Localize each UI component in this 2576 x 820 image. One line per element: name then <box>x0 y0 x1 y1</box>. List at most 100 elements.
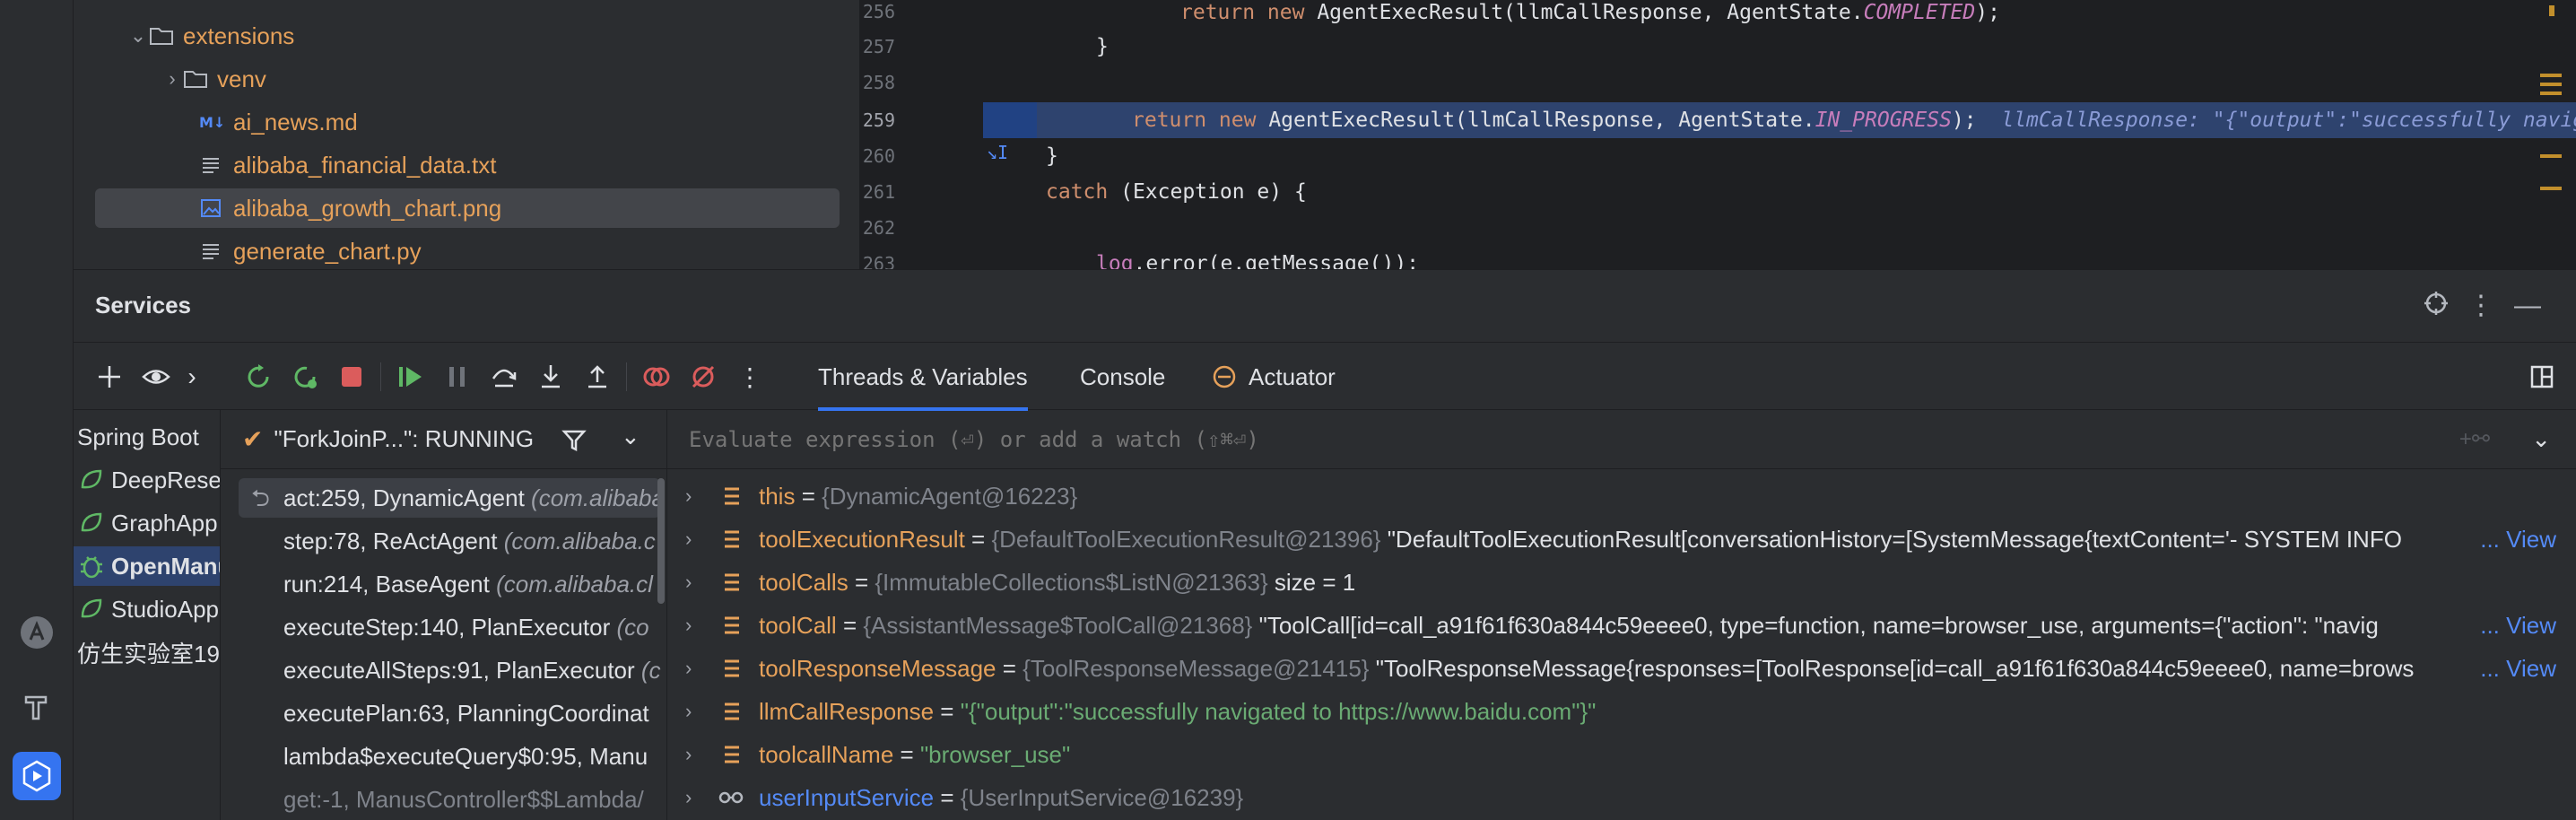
code-line: } <box>1096 35 1109 58</box>
chevron-right-icon[interactable]: › <box>174 359 210 395</box>
mute-breakpoints-icon[interactable] <box>685 359 721 395</box>
add-watch-icon[interactable]: +⚯ <box>2459 426 2490 452</box>
chevron-down-icon[interactable]: ⌄ <box>127 25 149 47</box>
evaluate-expression-input[interactable] <box>689 426 2393 452</box>
tree-item-growth-chart[interactable]: alibaba_growth_chart.png <box>95 188 840 228</box>
variable-row[interactable]: › toolCall = {AssistantMessage$ToolCall@… <box>667 604 2576 647</box>
stack-frame[interactable]: get:-1, ManusController$$Lambda/ <box>283 780 644 819</box>
build-hammer-icon[interactable] <box>13 682 61 730</box>
ai-assistant-icon[interactable] <box>13 608 61 657</box>
variable-row[interactable]: › toolCalls = {ImmutableCollections$List… <box>667 561 2576 604</box>
line-number: 261 <box>862 181 895 203</box>
tree-item-ai-news[interactable]: M↓ ai_news.md <box>199 102 358 142</box>
rerun-debug-icon[interactable] <box>287 359 323 395</box>
actuator-icon <box>1213 365 1236 388</box>
services-tool-icon[interactable] <box>13 752 61 800</box>
services-panel: Services ⋮ — › ⋮ Threads & Variables Con… <box>74 269 2576 820</box>
chevron-right-icon[interactable]: › <box>685 733 692 776</box>
line-number: 262 <box>862 217 895 239</box>
stack-frame[interactable]: executePlan:63, PlanningCoordinat <box>283 694 649 733</box>
scrollbar[interactable] <box>657 478 665 604</box>
markdown-file-icon: M↓ <box>199 114 224 131</box>
tab-actuator[interactable]: Actuator <box>1211 343 1336 411</box>
stack-frame[interactable]: ⮌ act:259, DynamicAgent (com.alibaba <box>239 478 665 518</box>
rerun-icon[interactable] <box>240 359 276 395</box>
return-arrow-icon: ⮌ <box>251 484 270 511</box>
evaluate-bar: +⚯ ⌄ <box>667 410 2576 469</box>
tree-item-extensions[interactable]: ⌄ extensions <box>127 16 295 56</box>
chevron-down-icon[interactable]: ⌄ <box>621 423 640 450</box>
layout-icon[interactable] <box>2524 359 2560 395</box>
eye-icon[interactable] <box>138 359 174 395</box>
chevron-right-icon[interactable]: › <box>685 561 692 604</box>
stack-frame[interactable]: step:78, ReActAgent (com.alibaba.c <box>283 521 656 561</box>
variable-row[interactable]: › toolExecutionResult = {DefaultToolExec… <box>667 518 2576 561</box>
code-editor[interactable]: 256 return new AgentExecResult(llmCallRe… <box>859 0 2576 269</box>
stack-frame[interactable]: executeAllSteps:91, PlanExecutor (c <box>283 650 661 690</box>
chevron-right-icon[interactable]: › <box>685 690 692 733</box>
chevron-right-icon[interactable]: › <box>161 68 183 90</box>
variable-row[interactable]: › userInputService = {UserInputService@1… <box>667 776 2576 819</box>
code-line-current: return new AgentExecResult(llmCallRespon… <box>985 102 2576 138</box>
watch-glasses-icon <box>718 791 744 804</box>
minimize-icon[interactable]: — <box>2511 290 2544 322</box>
view-breakpoints-icon[interactable] <box>639 359 674 395</box>
tree-item-financial-data[interactable]: alibaba_financial_data.txt <box>199 145 496 185</box>
chevron-right-icon[interactable]: › <box>685 475 692 518</box>
service-deepresearch[interactable]: DeepResearch <box>74 460 220 500</box>
variable-row[interactable]: › this = {DynamicAgent@16223} <box>667 475 2576 518</box>
tree-item-label: ai_news.md <box>233 108 358 135</box>
chevron-right-icon[interactable]: › <box>685 647 692 690</box>
thread-selector[interactable]: ✔ "ForkJoinP...": RUNNING ⌄ <box>221 410 666 469</box>
stack-frame[interactable]: executeStep:140, PlanExecutor (co <box>283 607 649 647</box>
step-into-icon[interactable] <box>533 359 569 395</box>
tree-item-label: generate_chart.py <box>233 237 422 265</box>
services-group-spring-boot[interactable]: Spring Boot <box>74 417 220 457</box>
spring-app-icon <box>81 598 102 618</box>
variable-row[interactable]: › llmCallResponse = "{"output":"successf… <box>667 690 2576 733</box>
svg-text:M↓: M↓ <box>199 114 224 131</box>
more-options-icon[interactable]: ⋮ <box>732 359 768 395</box>
service-openmanus[interactable]: OpenManus <box>74 546 220 586</box>
step-over-icon[interactable] <box>486 359 522 395</box>
spring-app-icon <box>81 512 102 532</box>
tree-item-venv[interactable]: › venv <box>161 59 266 99</box>
project-tree: ⌄ extensions › venv M↓ ai_news.md alibab… <box>74 0 859 269</box>
service-studioapp[interactable]: StudioApp <box>74 589 220 629</box>
code-line: catch (Exception e) { <box>1046 180 1307 204</box>
folder-icon <box>184 71 207 88</box>
thread-label: "ForkJoinP...": RUNNING <box>274 425 535 452</box>
stack-frame[interactable]: lambda$executeQuery$0:95, Manu <box>283 737 648 776</box>
view-link[interactable]: ... View <box>2480 518 2556 561</box>
variable-row[interactable]: › toolResponseMessage = {ToolResponseMes… <box>667 647 2576 690</box>
line-number: 258 <box>862 72 895 93</box>
view-link[interactable]: ... View <box>2480 647 2556 690</box>
folder-icon <box>150 28 173 45</box>
tab-threads-variables[interactable]: Threads & Variables <box>818 343 1028 411</box>
text-file-icon <box>203 158 219 173</box>
chevron-down-icon[interactable]: ⌄ <box>2531 425 2551 453</box>
add-icon[interactable] <box>91 359 127 395</box>
chevron-right-icon[interactable]: › <box>685 604 692 647</box>
inline-value-hint: llmCallResponse: "{"output":"successfull… <box>2001 109 2576 132</box>
step-out-icon[interactable] <box>579 359 615 395</box>
variable-row[interactable]: › toolcallName = "browser_use" <box>667 733 2576 776</box>
field-icon <box>725 530 739 548</box>
resume-program-icon[interactable] <box>393 359 429 395</box>
tree-item-generate-chart[interactable]: generate_chart.py <box>199 231 422 269</box>
service-bionic-lab[interactable]: 仿生实验室19 <box>74 632 220 672</box>
tree-item-label: alibaba_financial_data.txt <box>233 151 497 179</box>
code-line: log.error(e.getMessage()); <box>1096 252 1420 269</box>
filter-icon[interactable] <box>561 428 587 453</box>
pause-program-icon[interactable] <box>439 359 475 395</box>
target-icon[interactable] <box>2420 290 2452 322</box>
tab-console[interactable]: Console <box>1080 343 1165 411</box>
line-number: 259 <box>862 109 895 131</box>
chevron-right-icon[interactable]: › <box>685 776 692 819</box>
more-options-icon[interactable]: ⋮ <box>2465 290 2497 322</box>
chevron-right-icon[interactable]: › <box>685 518 692 561</box>
stop-icon[interactable] <box>334 359 370 395</box>
stack-frame[interactable]: run:214, BaseAgent (com.alibaba.cl <box>283 564 653 604</box>
view-link[interactable]: ... View <box>2480 604 2556 647</box>
service-graphapp[interactable]: GraphApp <box>74 503 220 543</box>
